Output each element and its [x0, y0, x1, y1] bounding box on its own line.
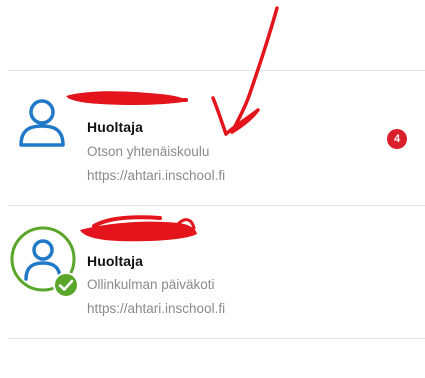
divider-bottom [8, 338, 425, 339]
account-school-name: Otson yhtenäiskoulu [87, 144, 210, 159]
account-switcher-screen: Huoltaja Otson yhtenäiskoulu https://aht… [0, 0, 425, 378]
unread-count-badge: 4 [387, 129, 407, 149]
account-school-name: Ollinkulman päiväkoti [87, 277, 215, 292]
check-circle-icon [53, 272, 79, 298]
account-row-ollinkulma[interactable]: Huoltaja Ollinkulman päiväkoti https://a… [0, 206, 425, 338]
account-url: https://ahtari.inschool.fi [87, 168, 226, 183]
person-outline-icon [19, 99, 65, 147]
account-row-otson[interactable]: Huoltaja Otson yhtenäiskoulu https://aht… [0, 71, 425, 205]
account-role-label: Huoltaja [87, 119, 144, 135]
account-role-label: Huoltaja [87, 253, 144, 269]
account-url: https://ahtari.inschool.fi [87, 301, 226, 316]
